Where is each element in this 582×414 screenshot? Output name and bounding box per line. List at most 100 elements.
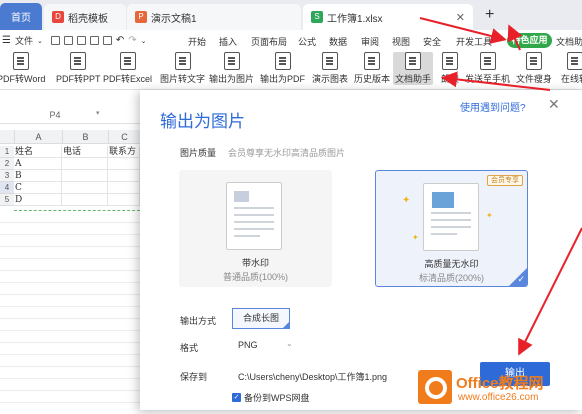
- export-as-pdf-label: 输出为PDF: [260, 74, 306, 84]
- sparkle-icon: ✦: [486, 211, 493, 220]
- send-to-phone-button[interactable]: 发送至手机: [465, 52, 510, 85]
- cell[interactable]: B: [14, 170, 62, 182]
- undo-icon[interactable]: ↶: [116, 35, 124, 46]
- dialog-title: 输出为图片: [160, 112, 245, 131]
- grid-line: [0, 354, 140, 355]
- selected-indicator: [282, 321, 290, 329]
- format-painter-icon[interactable]: [102, 36, 112, 45]
- grid-line: [0, 258, 140, 259]
- quality-option-hq[interactable]: 会员专享 ✦ ✦ ✦ 高质量无水印 标清品质(200%) ✓: [375, 170, 528, 287]
- grid-line: [0, 306, 140, 307]
- print-icon[interactable]: [76, 36, 86, 45]
- cell[interactable]: [108, 194, 140, 206]
- help-link[interactable]: 使用遇到问题?: [460, 99, 526, 114]
- tab-docer[interactable]: D 稻壳模板: [44, 4, 126, 30]
- chevron-down-icon[interactable]: ▾: [96, 109, 100, 117]
- chevron-down-icon[interactable]: ⌄: [286, 339, 293, 348]
- row-header[interactable]: 4: [0, 182, 14, 194]
- checkbox-checked-icon[interactable]: ✓: [232, 393, 241, 402]
- online-convert-button[interactable]: 在线转: [561, 52, 582, 85]
- export-as-pdf-button[interactable]: 输出为PDF: [260, 52, 305, 85]
- tab-presentation[interactable]: P 演示文稿1: [127, 4, 301, 30]
- file-slim-icon: [526, 52, 542, 70]
- format-select[interactable]: PNG: [238, 340, 258, 350]
- cell[interactable]: 电话: [62, 146, 108, 158]
- export-image-dialog: 输出为图片 使用遇到问题? ✕ 图片质量 会员尊享无水印高清品质图片 带水印 普…: [140, 90, 582, 410]
- column-header-a[interactable]: A: [14, 130, 62, 144]
- row-header[interactable]: 5: [0, 194, 14, 206]
- file-menu[interactable]: 文件: [15, 34, 33, 47]
- pdf-to-excel-label: PDF转Excel: [103, 74, 153, 84]
- file-slim-button[interactable]: 文件瘦身: [516, 52, 552, 85]
- cell[interactable]: [62, 194, 108, 206]
- menu-icon[interactable]: ☰: [2, 35, 11, 46]
- cell[interactable]: 联系方: [108, 146, 140, 158]
- backup-checkbox[interactable]: ✓ 备份到WPS网盘: [232, 391, 310, 404]
- menu-start[interactable]: 开始: [188, 35, 206, 48]
- menu-doc-assist[interactable]: 文档助: [556, 35, 582, 48]
- special-apps-button[interactable]: 特色应用: [507, 33, 552, 48]
- check-icon: ✓: [517, 274, 525, 284]
- spreadsheet-icon: S: [311, 11, 323, 23]
- cell[interactable]: D: [14, 194, 62, 206]
- pdf-to-word-button[interactable]: PDF转Word: [0, 52, 45, 85]
- export-icon[interactable]: [63, 36, 73, 45]
- menu-review[interactable]: 审阅: [361, 35, 379, 48]
- new-tab-icon[interactable]: +: [485, 6, 494, 24]
- cell[interactable]: A: [14, 158, 62, 170]
- image-to-text-icon: [174, 52, 191, 70]
- close-tab-icon[interactable]: ✕: [456, 11, 465, 24]
- close-icon[interactable]: ✕: [548, 96, 560, 113]
- table-row: C: [14, 182, 140, 194]
- column-header-row: A B C: [0, 130, 140, 144]
- row-header[interactable]: 2: [0, 158, 14, 170]
- cell[interactable]: 姓名: [14, 146, 62, 158]
- cell[interactable]: [62, 170, 108, 182]
- grid-line: [0, 342, 140, 343]
- tab-bar: 首页 D 稻壳模板 P 演示文稿1 S 工作簿1.xlsx ✕ +: [0, 0, 582, 30]
- tab-workbook[interactable]: S 工作簿1.xlsx ✕: [303, 4, 473, 30]
- cell[interactable]: C: [14, 182, 62, 194]
- preview-icon[interactable]: [89, 36, 99, 45]
- doc-assistant-button[interactable]: 文档助手: [393, 52, 434, 85]
- pdf-to-word-label: PDF转Word: [0, 74, 46, 84]
- menu-formula[interactable]: 公式: [298, 35, 316, 48]
- cell[interactable]: [108, 158, 140, 170]
- image-to-text-button[interactable]: 图片转文字: [160, 52, 205, 85]
- menu-data[interactable]: 数据: [329, 35, 347, 48]
- pdf-to-excel-button[interactable]: PDF转Excel: [103, 52, 152, 85]
- cell[interactable]: [62, 182, 108, 194]
- output-mode-long-image[interactable]: 合成长图: [232, 308, 290, 329]
- option-title: 带水印: [241, 258, 269, 268]
- name-box[interactable]: P4: [0, 108, 110, 122]
- grid-line: [0, 270, 140, 271]
- menu-page-layout[interactable]: 页面布局: [251, 35, 287, 48]
- chart-demo-button[interactable]: 演示图表: [312, 52, 348, 85]
- tab-workbook-label: 工作簿1.xlsx: [327, 13, 383, 25]
- export-as-image-button[interactable]: 输出为图片: [209, 52, 254, 85]
- row-header[interactable]: 3: [0, 170, 14, 182]
- read-aloud-button[interactable]: 朗读: [441, 52, 459, 85]
- redo-icon[interactable]: ↷: [128, 35, 136, 46]
- tab-home[interactable]: 首页: [0, 3, 42, 30]
- menu-view[interactable]: 视图: [392, 35, 410, 48]
- grid-line: [0, 366, 140, 367]
- cell[interactable]: [108, 170, 140, 182]
- column-header-b[interactable]: B: [62, 130, 108, 144]
- column-header-c[interactable]: C: [108, 130, 140, 144]
- cell[interactable]: [62, 158, 108, 170]
- save-icon[interactable]: [50, 36, 60, 45]
- cell[interactable]: [108, 182, 140, 194]
- menu-insert[interactable]: 插入: [219, 35, 237, 48]
- quality-option-watermark[interactable]: 带水印 普通品质(100%): [179, 170, 332, 287]
- menu-security[interactable]: 安全: [423, 35, 441, 48]
- save-path-field[interactable]: C:\Users\cheny\Desktop\工作簿1.png: [238, 370, 387, 383]
- pdf-to-ppt-icon: [70, 52, 87, 70]
- chevron-down-icon[interactable]: ⌄: [141, 37, 147, 45]
- history-button[interactable]: 历史版本: [354, 52, 390, 85]
- row-header[interactable]: 1: [0, 146, 14, 158]
- export-as-image-label: 输出为图片: [209, 74, 255, 84]
- pdf-to-ppt-button[interactable]: PDF转PPT: [56, 52, 101, 85]
- phone-icon: [479, 52, 496, 70]
- menu-developer[interactable]: 开发工具: [456, 35, 492, 48]
